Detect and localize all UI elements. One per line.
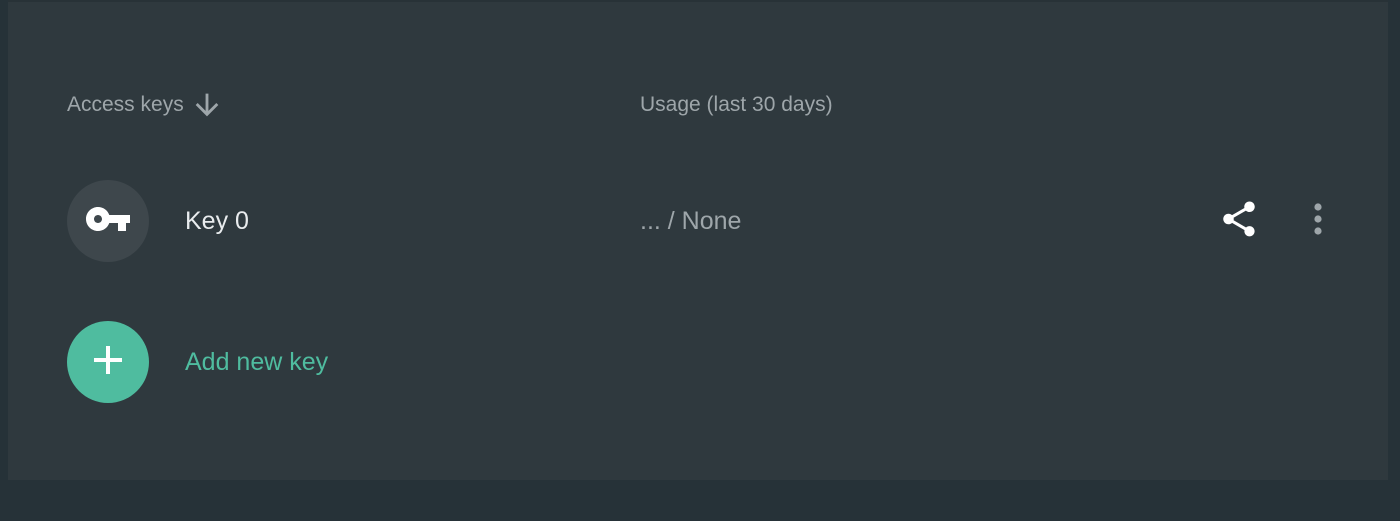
add-new-key-button[interactable]: Add new key	[67, 321, 407, 404]
table-header: Access keys Usage (last 30 days)	[8, 88, 1388, 122]
key-icon	[84, 195, 132, 248]
more-options-button[interactable]	[1296, 198, 1340, 244]
share-icon	[1218, 198, 1260, 245]
key-name-field[interactable]: Key 0	[185, 180, 249, 262]
table-row: Key 0 ... / None	[8, 180, 1388, 263]
more-vert-icon	[1313, 201, 1323, 242]
usage-column-header: Usage (last 30 days)	[640, 93, 833, 116]
add-key-avatar[interactable]	[67, 321, 149, 403]
access-keys-column-header: Access keys	[67, 93, 184, 116]
key-usage-value: ... / None	[640, 207, 742, 235]
key-avatar	[67, 180, 149, 262]
plus-icon	[91, 343, 125, 382]
share-button[interactable]	[1216, 198, 1262, 244]
sort-by-access-keys[interactable]: Access keys	[67, 88, 224, 122]
arrow-down-icon[interactable]	[190, 88, 224, 122]
access-keys-card: Access keys Usage (last 30 days) Key 0 .…	[8, 0, 1388, 480]
add-new-key-label[interactable]: Add new key	[185, 321, 328, 403]
